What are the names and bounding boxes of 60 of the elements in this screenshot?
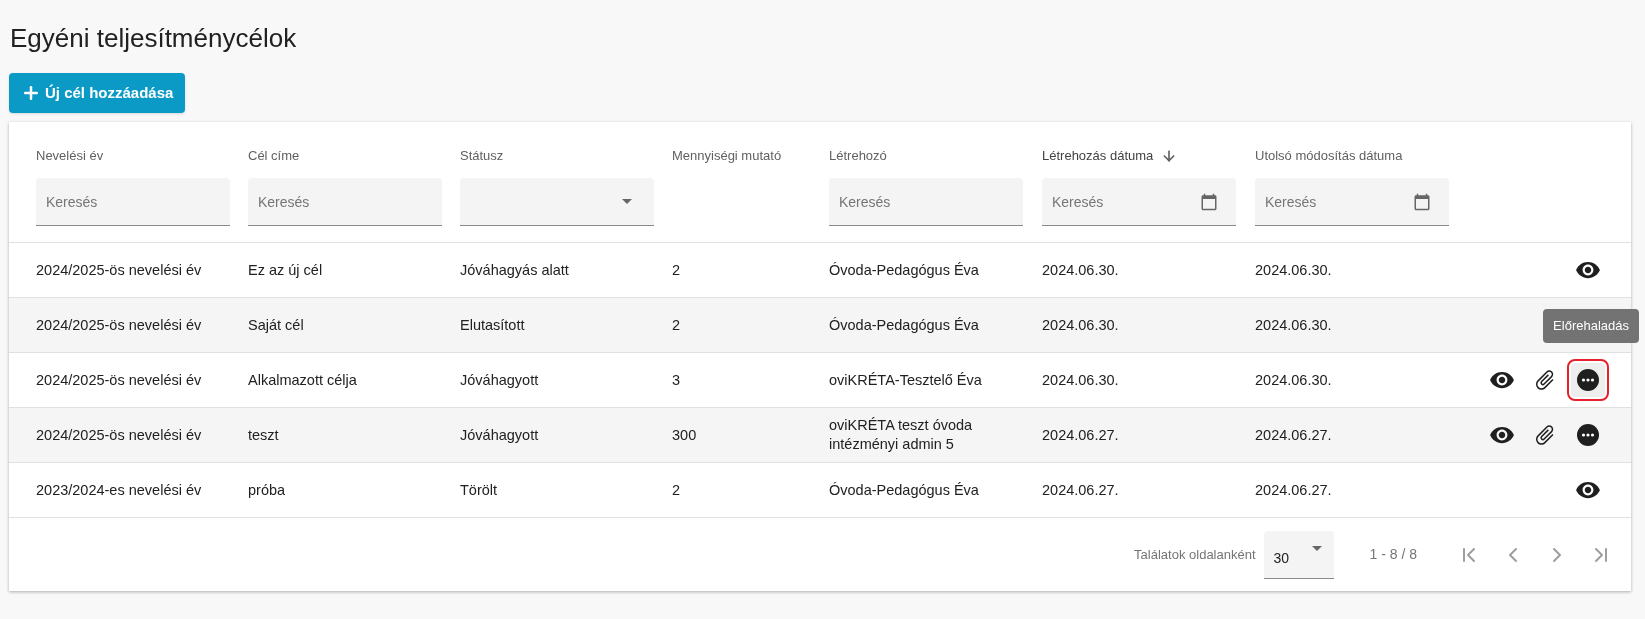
table-cell-text: teszt bbox=[248, 425, 280, 445]
column-header[interactable]: Létrehozó bbox=[829, 146, 887, 166]
table-cell-text: 2024.06.30. bbox=[1042, 315, 1120, 335]
plus-icon bbox=[21, 83, 41, 103]
dropdown-caret-icon bbox=[1311, 545, 1322, 551]
column-header[interactable]: Nevelési év bbox=[36, 146, 104, 166]
table-cell-text: Óvoda-Pedagógus Éva bbox=[829, 480, 980, 500]
table-cell-text: 2024.06.30. bbox=[1255, 260, 1333, 280]
table-cell-text: 2024/2025-ös nevelési év bbox=[36, 260, 203, 280]
status-select[interactable] bbox=[460, 178, 654, 226]
table-cell-text: 2 bbox=[672, 260, 682, 280]
search-field[interactable]: Keresés bbox=[36, 178, 230, 226]
column-header[interactable]: Mennyiségi mutató bbox=[672, 146, 782, 166]
table-cell-text: próba bbox=[248, 480, 287, 500]
column-header[interactable]: Létrehozás dátuma bbox=[1042, 146, 1154, 166]
table-cell-text: Törölt bbox=[460, 480, 499, 500]
table-cell-text: Ez az új cél bbox=[248, 260, 324, 280]
table-cell-text: Saját cél bbox=[248, 315, 305, 335]
table-cell-text: Jóváhagyott bbox=[460, 370, 540, 390]
table-cell-text: 2024.06.30. bbox=[1255, 370, 1333, 390]
table-cell-text: Jóváhagyás alatt bbox=[460, 260, 570, 280]
tooltip: Előrehaladás bbox=[1543, 309, 1639, 343]
table-cell-text: 2024.06.30. bbox=[1255, 315, 1333, 335]
column-header[interactable]: Utolsó módosítás dátuma bbox=[1255, 146, 1403, 166]
search-field[interactable]: Keresés bbox=[829, 178, 1023, 226]
page-size-label: Találatok oldalanként bbox=[1134, 545, 1256, 564]
table-cell-text: 2 bbox=[672, 315, 682, 335]
more-icon bbox=[1577, 424, 1599, 446]
search-field[interactable]: Keresés bbox=[248, 178, 442, 226]
table-cell-text: oviKRÉTA teszt óvoda intézményi admin 5 bbox=[829, 416, 974, 454]
page-title: Egyéni teljesítménycélok bbox=[10, 22, 298, 54]
table-cell-text: Óvoda-Pedagógus Éva bbox=[829, 315, 980, 335]
more-icon bbox=[1577, 369, 1599, 391]
date-field[interactable]: Keresés bbox=[1255, 178, 1449, 226]
column-header[interactable]: Cél címe bbox=[248, 146, 300, 166]
page-range: 1 - 8 / 8 bbox=[1369, 545, 1417, 564]
table-cell-text: 2024.06.27. bbox=[1255, 425, 1333, 445]
table-cell-text: 2023/2024-es nevelési év bbox=[36, 480, 203, 500]
page-size-select[interactable]: 30 bbox=[1263, 530, 1334, 579]
table-cell-text: Jóváhagyott bbox=[460, 425, 540, 445]
table-cell-text: 2024.06.30. bbox=[1042, 260, 1120, 280]
table-cell-text: oviKRÉTA-Tesztelő Éva bbox=[829, 370, 983, 390]
table-cell-text: 2024/2025-ös nevelési év bbox=[36, 315, 203, 335]
table-cell-text: Óvoda-Pedagógus Éva bbox=[829, 260, 980, 280]
table-cell-text: 3 bbox=[672, 370, 682, 390]
table-cell-text: 2024.06.27. bbox=[1255, 480, 1333, 500]
table-cell-text: 2024.06.27. bbox=[1042, 480, 1120, 500]
table-cell-text: 2024.06.30. bbox=[1042, 370, 1120, 390]
table-cell-text: Alkalmazott célja bbox=[248, 370, 358, 390]
date-field[interactable]: Keresés bbox=[1042, 178, 1236, 226]
calendar-icon[interactable] bbox=[1413, 193, 1431, 211]
dropdown-caret-icon bbox=[622, 199, 632, 204]
table-cell-text: Elutasított bbox=[460, 315, 526, 335]
calendar-icon[interactable] bbox=[1200, 193, 1218, 211]
table-cell-text: 2 bbox=[672, 480, 682, 500]
column-header[interactable]: Státusz bbox=[460, 146, 504, 166]
table-cell-text: 2024/2025-ös nevelési év bbox=[36, 370, 203, 390]
table-cell-text: 2024/2025-ös nevelési év bbox=[36, 425, 203, 445]
table-cell-text: 300 bbox=[672, 425, 698, 445]
table-cell-text: 2024.06.27. bbox=[1042, 425, 1120, 445]
